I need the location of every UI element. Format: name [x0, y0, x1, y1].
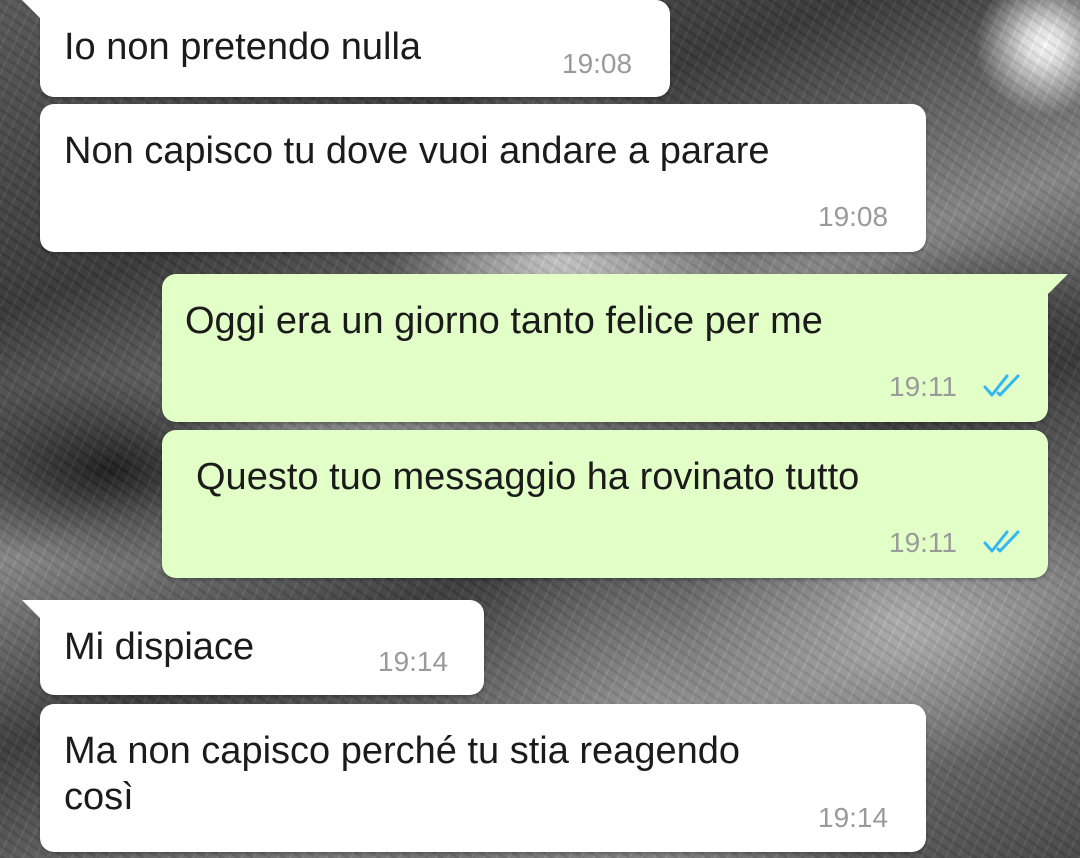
double-check-read-icon	[983, 530, 1020, 553]
message-timestamp: 19:11	[889, 371, 957, 402]
message-timestamp: 19:14	[378, 646, 449, 677]
message-timestamp: 19:11	[889, 527, 957, 558]
message-bubble-outgoing[interactable]: Oggi era un giorno tanto felice per me 1…	[162, 274, 1068, 422]
message-bubble-incoming[interactable]: Non capisco tu dove vuoi andare a parare…	[40, 104, 926, 252]
message-text: Questo tuo messaggio ha rovinato tutto	[196, 456, 860, 498]
message-text: Oggi era un giorno tanto felice per me	[185, 300, 823, 342]
message-bubble-incoming[interactable]: Mi dispiace 19:14	[22, 600, 484, 695]
message-text: Ma non capisco perché tu stia reagendo c…	[64, 730, 740, 818]
message-text: Mi dispiace	[64, 626, 255, 668]
message-bubble-outgoing[interactable]: Questo tuo messaggio ha rovinato tutto 1…	[162, 430, 1048, 578]
message-bubble-incoming[interactable]: Ma non capisco perché tu stia reagendo c…	[40, 704, 926, 852]
message-bubble-incoming[interactable]: Io non pretendo nulla 19:08	[22, 0, 670, 97]
message-timestamp: 19:08	[818, 201, 889, 232]
message-timestamp: 19:08	[562, 48, 633, 79]
double-check-read-icon	[983, 374, 1020, 397]
message-timestamp: 19:14	[818, 802, 889, 833]
message-text: Non capisco tu dove vuoi andare a parare	[64, 130, 770, 172]
message-text: Io non pretendo nulla	[64, 26, 422, 68]
